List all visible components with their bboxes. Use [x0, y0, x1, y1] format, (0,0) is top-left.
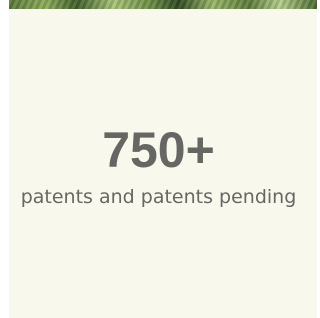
page: 750+ patents and patents pending [0, 0, 317, 318]
hero-image [9, 0, 317, 9]
stat-value: 750+ [102, 122, 215, 178]
stat-label: patents and patents pending [20, 186, 297, 208]
